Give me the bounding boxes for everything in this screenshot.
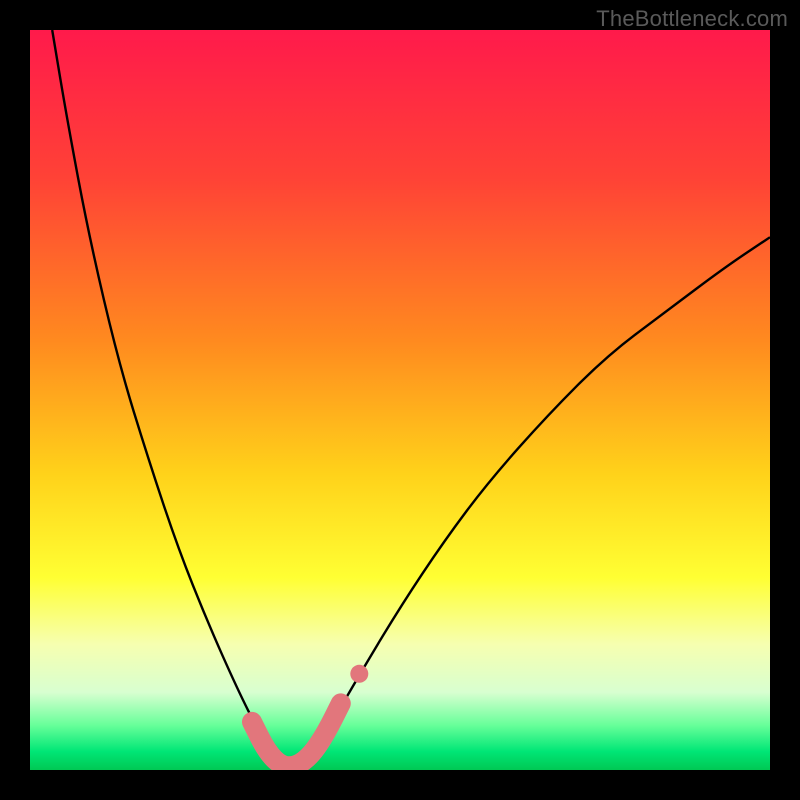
gradient-background	[30, 30, 770, 770]
watermark-text: TheBottleneck.com	[596, 6, 788, 32]
bottleneck-chart	[30, 30, 770, 770]
highlight-dot	[350, 665, 368, 683]
chart-frame: TheBottleneck.com	[0, 0, 800, 800]
plot-area	[30, 30, 770, 770]
